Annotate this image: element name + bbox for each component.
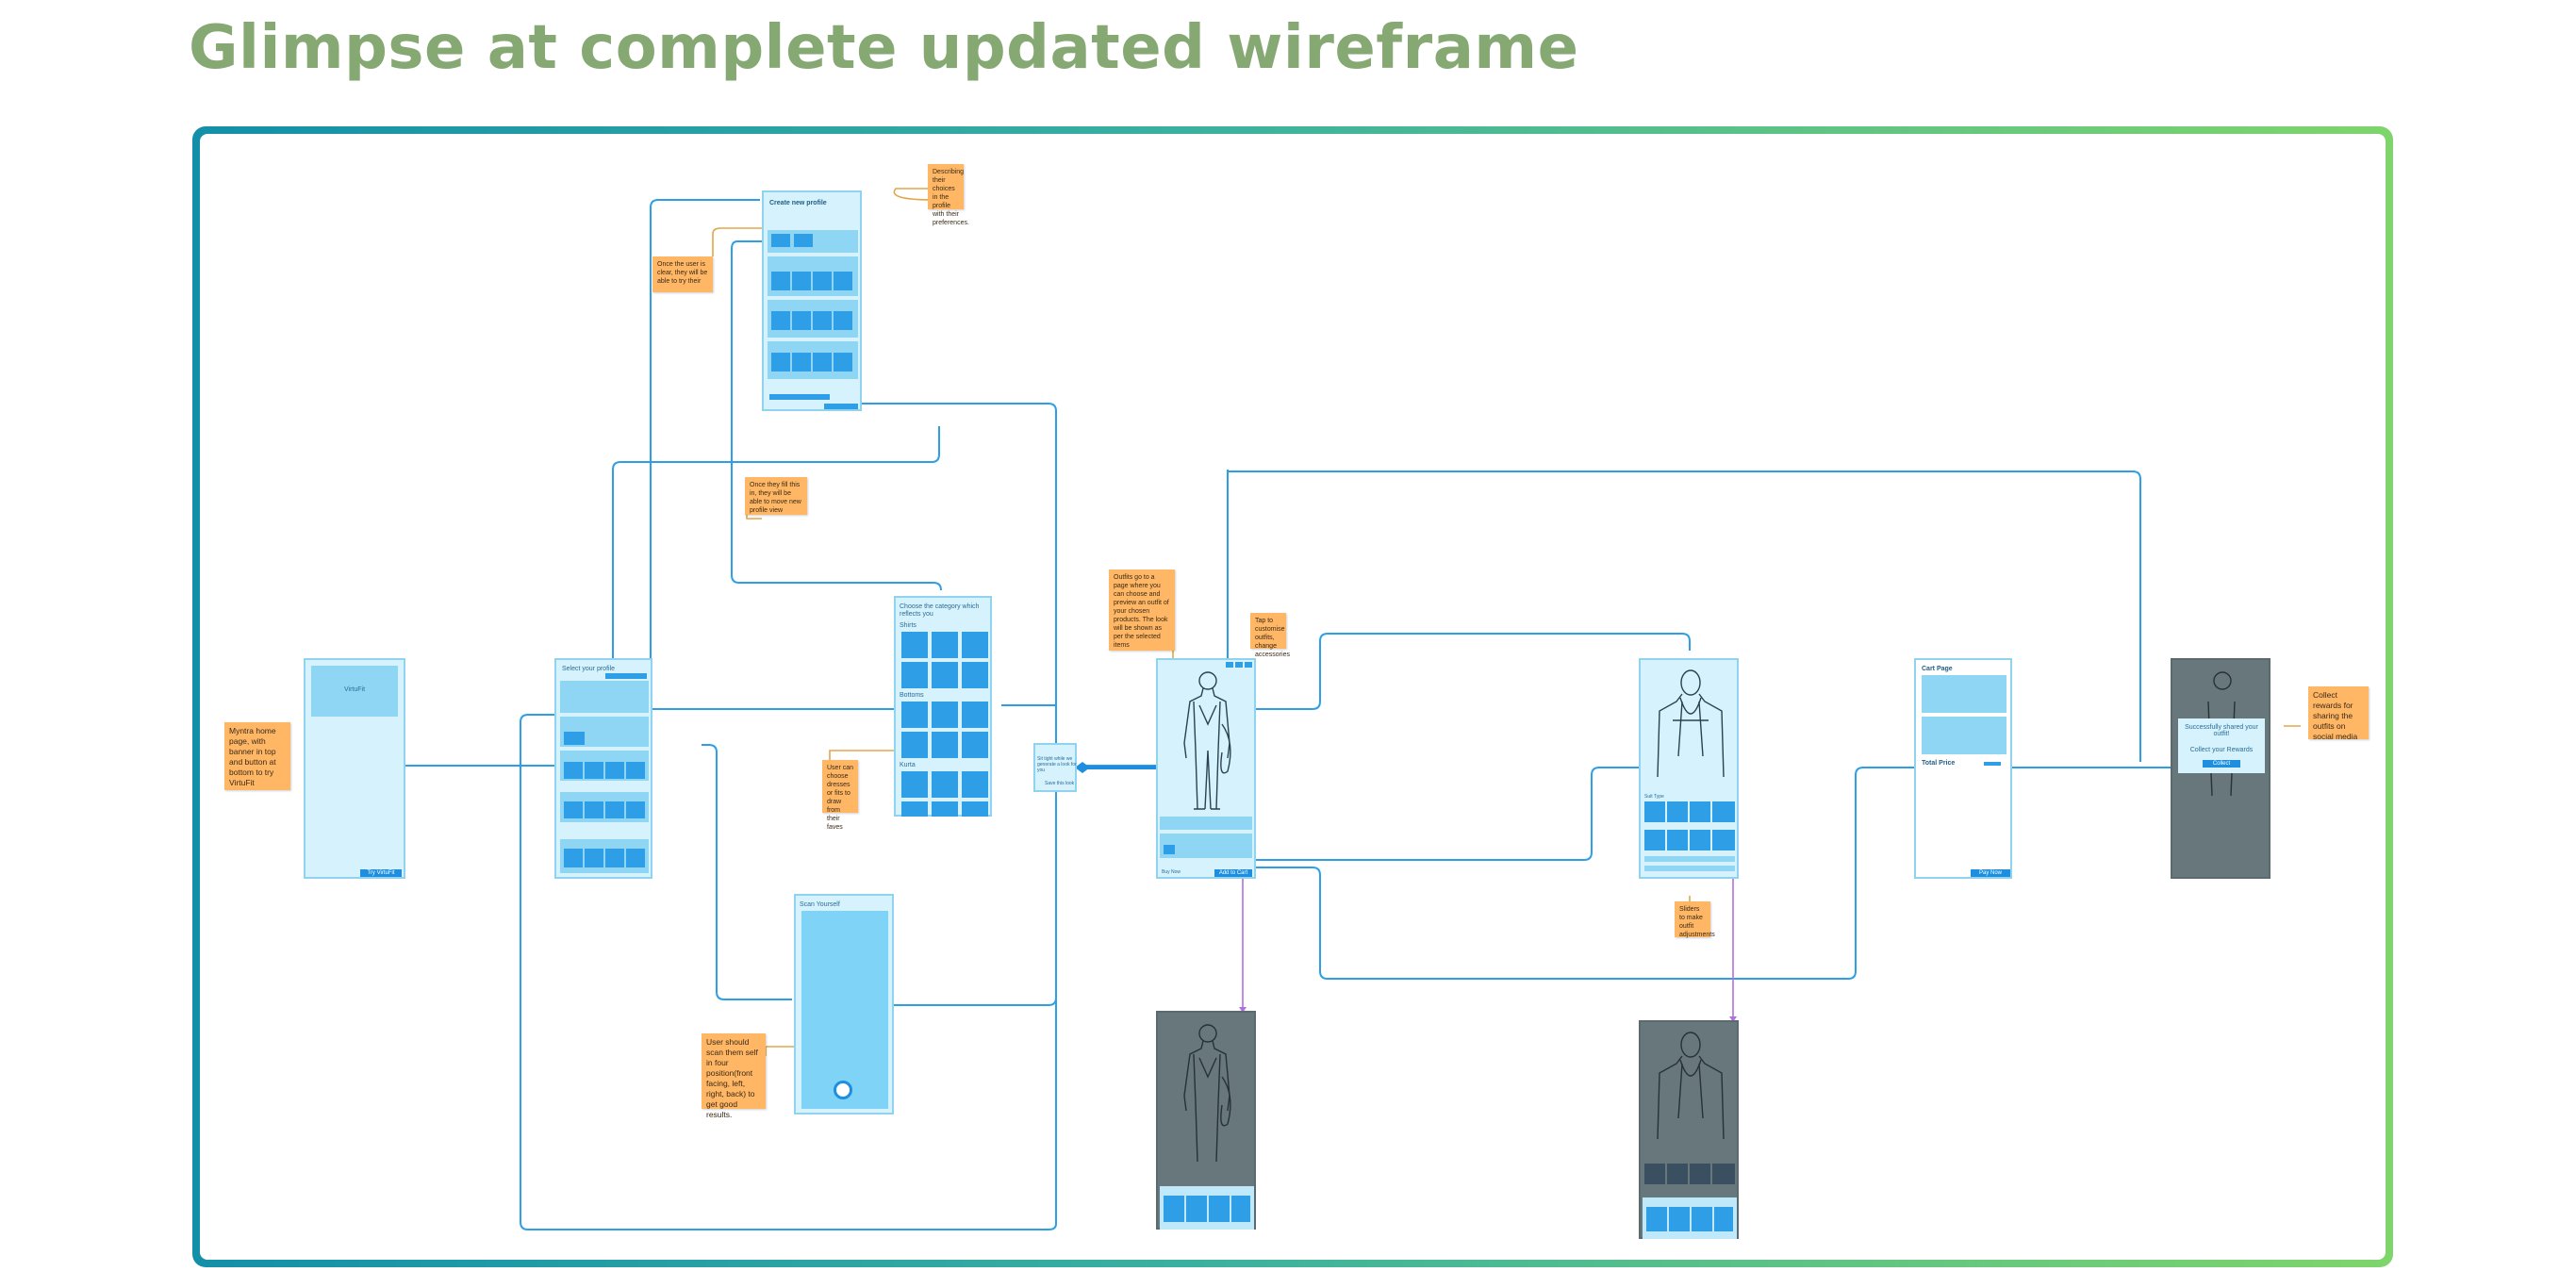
model-figure (1183, 671, 1231, 810)
tryon-dark-screen (1156, 1011, 1256, 1230)
cart-screen: Cart Page Total Price Pay Now (1914, 658, 2012, 879)
model-figure (1657, 1032, 1725, 1140)
add-to-cart-button[interactable]: Add to Cart (1214, 869, 1252, 877)
customize-dark-screen (1639, 1020, 1739, 1239)
note-profile-prefs: Describing their choices in the profile … (928, 164, 969, 226)
pay-now-button[interactable]: Pay Now (1971, 869, 2010, 877)
reward-dialog: Successfully shared your outfit! Collect… (2178, 718, 2265, 773)
capture-button[interactable] (834, 1081, 852, 1099)
model-figure (1657, 669, 1725, 778)
home-screen: VirtuFit Try VirtuFit (304, 658, 405, 879)
model-figure (1183, 1024, 1231, 1163)
profile-submit-button[interactable] (824, 404, 858, 409)
categories-screen: Choose the category which reflects you S… (894, 596, 992, 817)
create-profile-screen: Create new profile (762, 190, 862, 411)
note-tryon: Tap to customise outfits, change accesso… (1250, 613, 1290, 658)
tryon-screen: Buy Now Add to Cart (1156, 658, 1256, 879)
note-customize: Sliders to make outfit adjustments (1675, 901, 1715, 938)
note-scan: User should scan them self in four posit… (702, 1033, 766, 1119)
note-profile-view: Once the user is clear, they will be abl… (652, 256, 713, 292)
collect-button[interactable]: Collect (2203, 760, 2240, 768)
reward-screen: Successfully shared your outfit! Collect… (2171, 658, 2271, 879)
add-profile-button[interactable] (605, 673, 647, 679)
customize-screen: Suit Type (1639, 658, 1739, 879)
note-categories: User can choose dresses or fits to draw … (822, 760, 858, 831)
camera-viewfinder (801, 911, 888, 1109)
note-outfit: Outfits go to a page where you can choos… (1109, 570, 1175, 651)
note-home: Myntra home page, with banner in top and… (224, 722, 290, 790)
note-profile-back: Once they fill this in, they will be abl… (745, 477, 807, 515)
profile-list-screen: Select your profile (554, 658, 652, 879)
try-virtufit-button[interactable]: Try VirtuFit (360, 869, 402, 877)
flow-connectors (334, 188, 2301, 1230)
loading-card: Sit tight while we generate a look for y… (1033, 743, 1077, 792)
home-banner: VirtuFit (311, 666, 398, 717)
scan-screen: Scan Yourself (794, 894, 894, 1115)
note-rewards: Collect rewards for sharing the outfits … (2308, 686, 2369, 741)
